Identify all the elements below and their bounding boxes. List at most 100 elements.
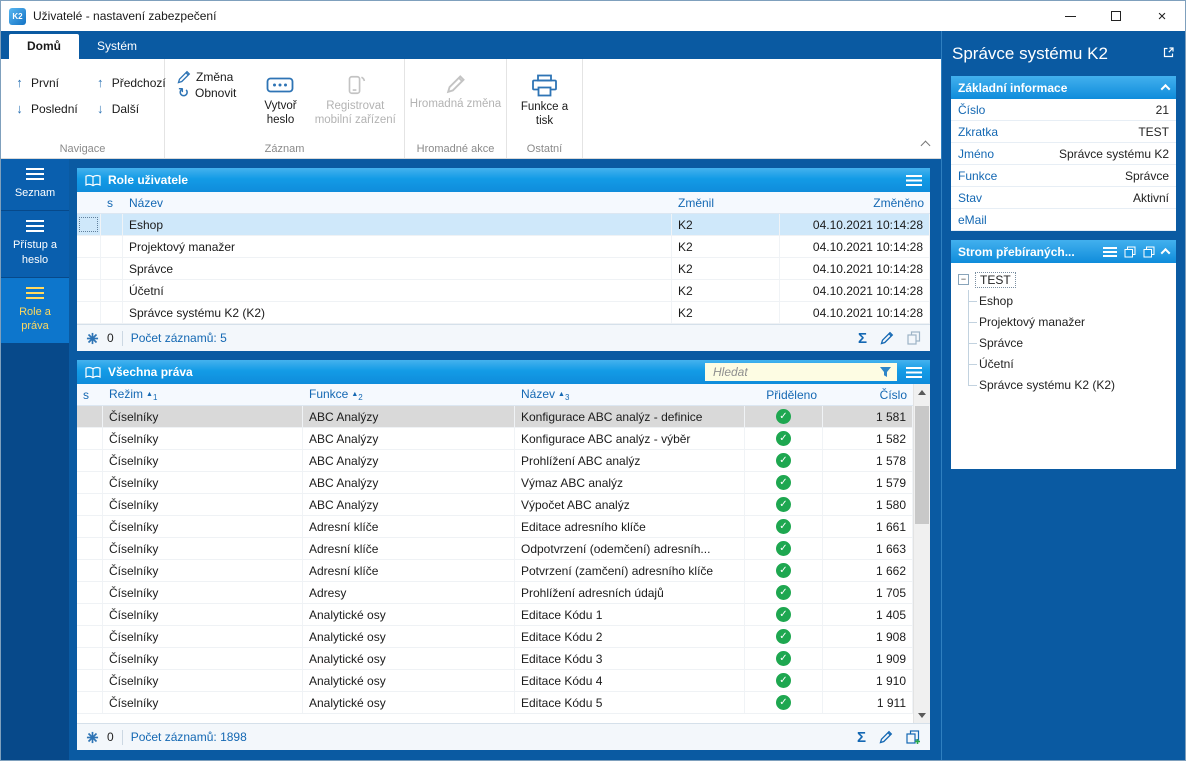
tree-node[interactable]: Účetní	[979, 353, 1169, 374]
col-s[interactable]: s	[101, 196, 123, 210]
collapse-all-icon[interactable]	[1143, 246, 1155, 258]
refresh-button[interactable]: ↻ Obnovit	[169, 85, 244, 101]
right-row[interactable]: Číselníky Analytické osy Editace Kódu 2 …	[77, 626, 913, 648]
cell-zmeneno: 04.10.2021 10:14:28	[780, 302, 930, 323]
sidebar-item[interactable]: Přístup a heslo	[1, 211, 69, 277]
titlebar: K2 Uživatelé - nastavení zabezpečení ×	[1, 1, 1185, 31]
role-row[interactable]: Účetní K2 04.10.2021 10:14:28	[77, 280, 930, 302]
right-row[interactable]: Číselníky Adresní klíče Potvrzení (zamče…	[77, 560, 913, 582]
col-zmenil[interactable]: Změnil	[672, 196, 780, 210]
right-row[interactable]: Číselníky Analytické osy Editace Kódu 5 …	[77, 692, 913, 714]
cell-nazev: Výmaz ABC analýz	[515, 472, 745, 493]
col-nazev[interactable]: Název▲3	[515, 387, 745, 402]
panel-menu-icon[interactable]	[906, 175, 922, 186]
col-funkce[interactable]: Funkce▲2	[303, 387, 515, 402]
scroll-up-button[interactable]	[914, 384, 930, 400]
create-password-button[interactable]: Vytvoř heslo	[250, 70, 310, 128]
sidebar-item[interactable]: Seznam	[1, 159, 69, 210]
cell-rezim: Číselníky	[103, 494, 303, 515]
sidebar-item-label: Role a práva	[4, 305, 66, 334]
copy-add-icon[interactable]	[906, 730, 921, 745]
role-row[interactable]: Projektový manažer K2 04.10.2021 10:14:2…	[77, 236, 930, 258]
scrollbar-thumb[interactable]	[915, 406, 929, 524]
col-cislo[interactable]: Číslo	[823, 388, 913, 402]
right-row[interactable]: Číselníky ABC Analýzy Výpočet ABC analýz…	[77, 494, 913, 516]
sidebar-item[interactable]: Role a práva	[1, 278, 69, 344]
scroll-down-button[interactable]	[914, 707, 930, 723]
tree-node[interactable]: Eshop	[979, 290, 1169, 311]
right-row[interactable]: Číselníky ABC Analýzy Výmaz ABC analýz ✓…	[77, 472, 913, 494]
previous-button[interactable]: ↑ Předchozí	[86, 70, 174, 95]
role-row[interactable]: Eshop K2 04.10.2021 10:14:28	[77, 214, 930, 236]
first-button[interactable]: ↑ První	[5, 70, 86, 95]
sum-icon[interactable]: Σ	[857, 730, 866, 745]
detail-panel: Správce systému K2 Základní informace Čí…	[941, 31, 1185, 760]
right-row[interactable]: Číselníky Analytické osy Editace Kódu 4 …	[77, 670, 913, 692]
cell-nazev: Editace Kódu 2	[515, 626, 745, 647]
sum-icon[interactable]: Σ	[858, 331, 867, 346]
ribbon-group-zaznam: Změna ↻ Obnovit Vytvoř heslo	[165, 59, 405, 158]
right-row[interactable]: Číselníky ABC Analýzy Konfigurace ABC an…	[77, 406, 913, 428]
filter-icon[interactable]	[879, 366, 892, 378]
tab-system[interactable]: Systém	[79, 34, 155, 59]
cell-s	[77, 604, 103, 625]
col-funkce-label: Funkce	[309, 387, 348, 401]
bulk-change-label: Hromadná změna	[410, 98, 501, 112]
cell-cislo: 1 405	[823, 604, 913, 625]
row-marker-cell	[77, 214, 101, 235]
col-zmeneno[interactable]: Změněno	[780, 196, 930, 210]
minimize-button[interactable]	[1047, 1, 1093, 31]
edit-icon[interactable]	[879, 730, 893, 744]
cell-rezim: Číselníky	[103, 428, 303, 449]
panel-menu-icon[interactable]	[906, 367, 922, 378]
arrow-up-icon: ↑	[94, 75, 107, 90]
cell-zmenil: K2	[672, 302, 780, 323]
tab-domu[interactable]: Domů	[9, 34, 79, 59]
copy-icon[interactable]	[907, 331, 921, 345]
role-row[interactable]: Správce systému K2 (K2) K2 04.10.2021 10…	[77, 302, 930, 324]
tree-menu-icon[interactable]	[1103, 247, 1117, 257]
change-button[interactable]: Změna	[169, 70, 244, 84]
maximize-button[interactable]	[1093, 1, 1139, 31]
ribbon-tabstrip: Domů Systém	[1, 31, 941, 59]
collapse-node-icon[interactable]: −	[958, 274, 969, 285]
functions-print-button[interactable]: Funkce a tisk	[512, 70, 578, 129]
search-input[interactable]	[713, 365, 879, 379]
role-row[interactable]: Správce K2 04.10.2021 10:14:28	[77, 258, 930, 280]
tree-node[interactable]: Projektový manažer	[979, 311, 1169, 332]
register-mobile-button[interactable]: Registrovat mobilní zařízení	[311, 70, 400, 128]
tree-node[interactable]: Správce systému K2 (K2)	[979, 374, 1169, 395]
tree-root-node[interactable]: − TEST	[958, 269, 1169, 290]
bulk-change-button[interactable]: Hromadná změna	[410, 70, 502, 112]
edit-icon[interactable]	[880, 331, 894, 345]
cell-cislo: 1 580	[823, 494, 913, 515]
right-row[interactable]: Číselníky ABC Analýzy Konfigurace ABC an…	[77, 428, 913, 450]
popout-button[interactable]	[1162, 46, 1175, 62]
cell-s	[101, 302, 123, 323]
last-button[interactable]: ↓ Poslední	[5, 96, 86, 121]
right-row[interactable]: Číselníky Analytické osy Editace Kódu 1 …	[77, 604, 913, 626]
vertical-scrollbar[interactable]	[913, 384, 930, 723]
col-prideleno[interactable]: Přiděleno	[745, 388, 823, 402]
right-row[interactable]: Číselníky ABC Analýzy Prohlížení ABC ana…	[77, 450, 913, 472]
inherit-tree-section-header[interactable]: Strom přebíraných...	[951, 240, 1176, 263]
col-s[interactable]: s	[77, 388, 103, 402]
chevron-up-icon	[1161, 84, 1171, 94]
tree-node[interactable]: Správce	[979, 332, 1169, 353]
right-row[interactable]: Číselníky Analytické osy Editace Kódu 3 …	[77, 648, 913, 670]
field-value: TEST	[1138, 125, 1169, 139]
right-row[interactable]: Číselníky Adresy Prohlížení adresních úd…	[77, 582, 913, 604]
info-field-row: Zkratka TEST	[951, 121, 1176, 143]
col-rezim[interactable]: Režim▲1	[103, 387, 303, 402]
collapse-ribbon-button[interactable]	[922, 142, 929, 149]
right-row[interactable]: Číselníky Adresní klíče Editace adresníh…	[77, 516, 913, 538]
close-button[interactable]: ×	[1139, 1, 1185, 31]
basic-info-section-header[interactable]: Základní informace	[951, 76, 1176, 99]
expand-all-icon[interactable]	[1124, 246, 1136, 258]
cell-rezim: Číselníky	[103, 450, 303, 471]
arrow-down-icon: ↓	[94, 101, 107, 116]
next-button[interactable]: ↓ Další	[86, 96, 174, 121]
col-nazev[interactable]: Název	[123, 196, 672, 210]
cell-prideleno: ✓	[745, 538, 823, 559]
right-row[interactable]: Číselníky Adresní klíče Odpotvrzení (ode…	[77, 538, 913, 560]
